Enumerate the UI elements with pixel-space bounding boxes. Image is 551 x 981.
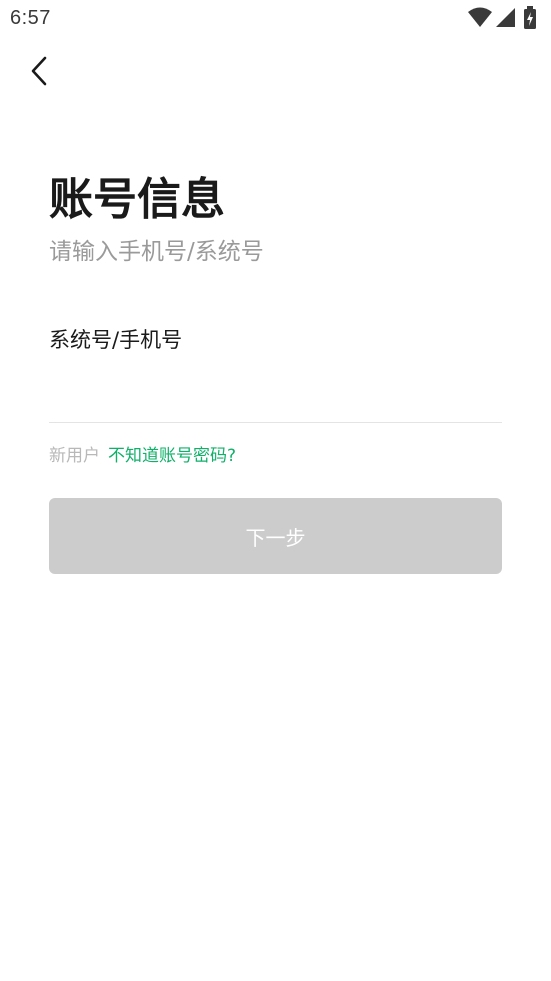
next-button[interactable]: 下一步 [49, 498, 502, 574]
chevron-left-icon [31, 56, 47, 86]
battery-charging-icon [524, 6, 536, 29]
next-button-label: 下一步 [245, 525, 306, 550]
help-row: 新用户 不知道账号密码? [49, 443, 236, 469]
page-subtitle: 请输入手机号/系统号 [49, 239, 264, 265]
cellular-signal-icon [496, 8, 515, 27]
wifi-icon [468, 7, 492, 27]
back-button[interactable] [22, 50, 62, 90]
new-user-label: 新用户 [49, 446, 100, 466]
page-title: 账号信息 [49, 174, 225, 225]
status-icons [467, 6, 551, 29]
account-input[interactable] [49, 320, 502, 360]
input-underline [49, 422, 502, 423]
status-time: 6:57 [10, 7, 51, 29]
forgot-account-link[interactable]: 不知道账号密码? [108, 446, 236, 466]
status-bar: 6:57 [0, 0, 551, 38]
